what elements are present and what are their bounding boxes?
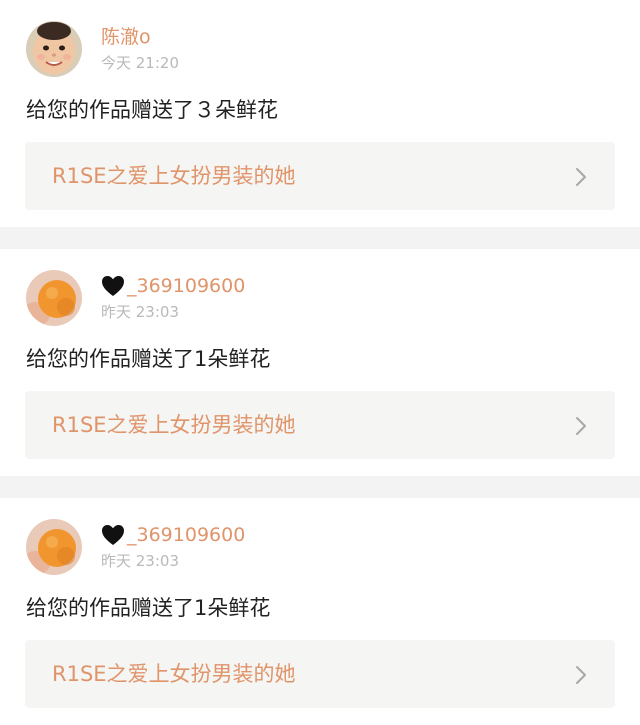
separator [0,476,640,498]
chevron-right-icon [575,167,587,187]
work-title: R1SE之爱上女扮男装的她 [52,413,296,437]
work-title: R1SE之爱上女扮男装的她 [52,662,296,686]
notification-feed: 陈澈ο 今天 21:20 给您的作品赠送了３朵鲜花 R1SE之爱上女扮男装的她 [0,0,640,725]
gift-message: 给您的作品赠送了1朵鲜花 [26,596,271,620]
black-heart-icon [101,524,125,546]
timestamp: 昨天 23:03 [101,303,179,321]
username[interactable]: _369109600 [101,523,245,547]
work-title: R1SE之爱上女扮男装的她 [52,164,296,188]
notification-card: 陈澈ο 今天 21:20 给您的作品赠送了３朵鲜花 R1SE之爱上女扮男装的她 [0,0,640,227]
username-text: _369109600 [127,275,246,297]
separator [0,227,640,249]
notification-card: _369109600 昨天 23:03 给您的作品赠送了1朵鲜花 R1SE之爱上… [0,498,640,725]
timestamp: 昨天 23:03 [101,552,179,570]
chevron-right-icon [575,665,587,685]
username[interactable]: 陈澈ο [101,25,151,49]
work-link-button[interactable]: R1SE之爱上女扮男装的她 [25,640,615,708]
notification-card: _369109600 昨天 23:03 给您的作品赠送了1朵鲜花 R1SE之爱上… [0,249,640,476]
username-text: 陈澈ο [101,26,151,48]
black-heart-icon [101,275,125,297]
username[interactable]: _369109600 [101,274,245,298]
chevron-right-icon [575,416,587,436]
avatar[interactable] [26,21,82,77]
work-link-button[interactable]: R1SE之爱上女扮男装的她 [25,142,615,210]
baby-face-avatar-image [26,21,82,77]
username-text: _369109600 [127,524,246,546]
timestamp: 今天 21:20 [101,54,179,72]
gift-message: 给您的作品赠送了1朵鲜花 [26,347,271,371]
orange-fruit-avatar-image [26,270,82,326]
gift-message: 给您的作品赠送了３朵鲜花 [26,98,278,122]
work-link-button[interactable]: R1SE之爱上女扮男装的她 [25,391,615,459]
avatar[interactable] [26,270,82,326]
avatar[interactable] [26,519,82,575]
orange-fruit-avatar-image [26,519,82,575]
